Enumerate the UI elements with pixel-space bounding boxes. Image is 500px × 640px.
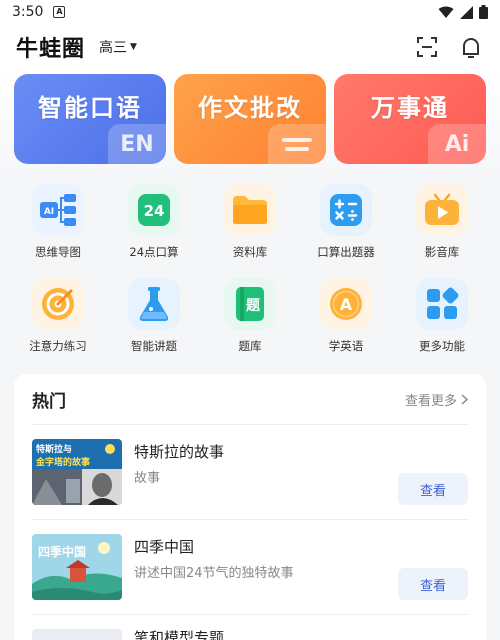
item-desc: 故事 xyxy=(134,471,161,486)
tool-mindmap[interactable]: AI 思维导图 xyxy=(10,180,106,274)
scan-button[interactable] xyxy=(414,34,440,60)
item-desc: 讲述中国24节气的独特故事 xyxy=(134,566,294,581)
banner-know-it-all[interactable]: 万事通 Ai xyxy=(334,74,486,164)
tool-calc-generator[interactable]: 口算出题器 xyxy=(298,180,394,274)
tool-label: 24点口算 xyxy=(129,245,179,259)
tool-smart-explain[interactable]: 智能讲题 xyxy=(106,274,202,368)
folder-icon xyxy=(224,184,276,236)
svg-text:四季中国: 四季中国 xyxy=(38,544,86,559)
hot-item-partial[interactable]: 笔和模型专题 xyxy=(32,615,468,640)
banner-smart-speaking[interactable]: 智能口语 EN xyxy=(14,74,166,164)
app-header: 牛蛙圈 高三 ▼ xyxy=(0,24,500,70)
tool-label: 资料库 xyxy=(232,245,268,259)
svg-text:24: 24 xyxy=(144,202,165,220)
tool-media-library[interactable]: 影音库 xyxy=(394,180,490,274)
tool-label: 智能讲题 xyxy=(131,339,177,353)
hot-section: 热门 查看更多 特斯拉与 金字塔的故事 特斯拉的故事 故事 查看 四季中国 四季… xyxy=(14,374,486,640)
item-title: 四季中国 xyxy=(134,538,195,556)
notification-badge: A xyxy=(53,6,66,18)
tool-attention-practice[interactable]: 注意力练习 xyxy=(10,274,106,368)
message-icon xyxy=(463,38,479,58)
view-button[interactable]: 查看 xyxy=(398,568,468,600)
hot-item-four-seasons[interactable]: 四季中国 四季中国 讲述中国24节气的独特故事 查看 xyxy=(32,520,468,615)
thumbnail-tesla: 特斯拉与 金字塔的故事 xyxy=(32,439,122,505)
hot-item-tesla[interactable]: 特斯拉与 金字塔的故事 特斯拉的故事 故事 查看 xyxy=(32,425,468,520)
scan-icon xyxy=(417,37,437,57)
target-icon xyxy=(32,278,84,330)
chevron-right-icon xyxy=(461,393,468,405)
grade-label: 高三 xyxy=(99,40,128,56)
hot-title: 热门 xyxy=(32,391,66,412)
tool-question-bank[interactable]: 题 题库 xyxy=(202,274,298,368)
svg-text:金字塔的故事: 金字塔的故事 xyxy=(35,456,90,468)
wifi-icon xyxy=(438,6,454,18)
tool-label: 影音库 xyxy=(424,245,460,259)
banner-label: 万事通 xyxy=(371,94,449,122)
tool-label: 注意力练习 xyxy=(29,339,87,353)
tool-row: 注意力练习 智能讲题 题 题库 A 学英语 更多功能 xyxy=(10,274,490,368)
signal-icon xyxy=(460,5,473,19)
thumbnail-four-seasons: 四季中国 xyxy=(32,534,122,600)
item-title: 特斯拉的故事 xyxy=(134,443,225,461)
hot-header: 热门 查看更多 xyxy=(14,374,486,424)
tool-more-functions[interactable]: 更多功能 xyxy=(394,274,490,368)
status-time: 3:50 xyxy=(12,4,44,20)
svg-text:题: 题 xyxy=(246,298,261,314)
see-more-label: 查看更多 xyxy=(404,393,457,409)
calculator-icon xyxy=(320,184,372,236)
app-title: 牛蛙圈 xyxy=(16,37,86,62)
tool-label: 思维导图 xyxy=(35,245,81,259)
document-lines-icon xyxy=(268,124,326,164)
banner-badge-ai: Ai xyxy=(428,124,486,164)
tool-label: 更多功能 xyxy=(419,339,465,353)
tool-label: 口算出题器 xyxy=(317,245,375,259)
tool-grid: AI 思维导图 24 24点口算 资料库 口算出题器 影音库 注意力练习 智能讲… xyxy=(10,180,490,368)
item-title: 笔和模型专题 xyxy=(134,629,225,640)
caret-down-icon: ▼ xyxy=(130,42,137,52)
banner-label: 作文批改 xyxy=(198,94,302,122)
tool-row: AI 思维导图 24 24点口算 资料库 口算出题器 影音库 xyxy=(10,180,490,274)
tool-label: 学英语 xyxy=(328,339,364,353)
see-more-link[interactable]: 查看更多 xyxy=(405,390,468,409)
tv-icon xyxy=(416,184,468,236)
banner-essay-correction[interactable]: 作文批改 xyxy=(174,74,326,164)
tool-learn-english[interactable]: A 学英语 xyxy=(298,274,394,368)
more-apps-icon xyxy=(416,278,468,330)
banner-badge-en: EN xyxy=(108,124,166,164)
grade-selector[interactable]: 高三 ▼ xyxy=(99,37,137,57)
mindmap-icon: AI xyxy=(32,184,84,236)
svg-text:AI: AI xyxy=(44,207,54,217)
svg-text:特斯拉与: 特斯拉与 xyxy=(36,443,72,455)
view-button[interactable]: 查看 xyxy=(398,473,468,505)
tool-resource-library[interactable]: 资料库 xyxy=(202,180,298,274)
banner-label: 智能口语 xyxy=(38,94,142,122)
24-points-icon: 24 xyxy=(128,184,180,236)
tool-label: 题库 xyxy=(238,339,262,353)
english-icon: A xyxy=(320,278,372,330)
thumbnail-partial xyxy=(32,629,122,640)
feature-banners: 智能口语 EN 作文批改 万事通 Ai xyxy=(14,74,486,164)
status-bar: 3:50 A xyxy=(0,0,500,24)
question-bank-icon: 题 xyxy=(224,278,276,330)
svg-text:A: A xyxy=(340,295,353,314)
battery-icon xyxy=(479,5,488,19)
flask-icon xyxy=(128,278,180,330)
tool-24-points[interactable]: 24 24点口算 xyxy=(106,180,202,274)
message-button[interactable] xyxy=(458,34,484,60)
